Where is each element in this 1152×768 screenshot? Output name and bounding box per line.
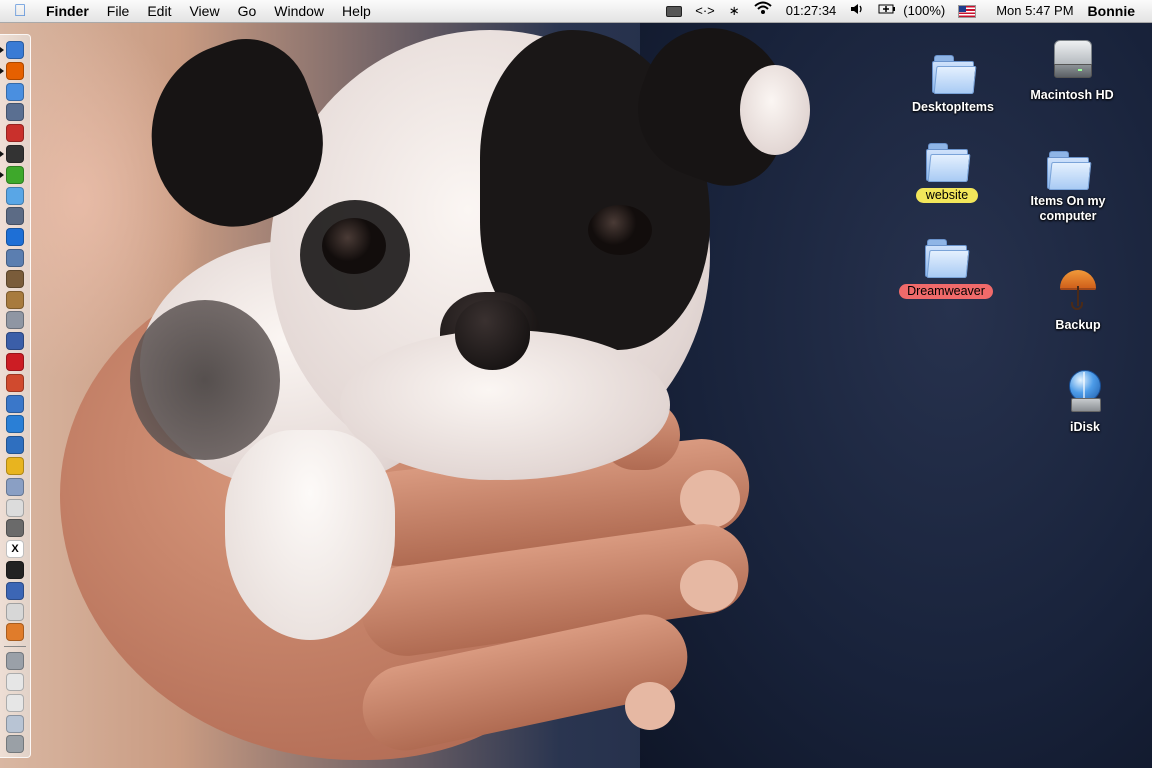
shield-icon[interactable]: [6, 332, 24, 351]
desktop-icon-label: website: [915, 188, 979, 203]
desktop-icon-label: Macintosh HD: [1030, 88, 1114, 102]
firefox-icon[interactable]: [6, 61, 24, 80]
running-indicator: [0, 171, 4, 178]
power-icon[interactable]: [871, 0, 903, 22]
apple-menu-icon[interactable]: : [0, 0, 40, 22]
desktop-icon-label: Backup: [1055, 318, 1101, 332]
battery-percent[interactable]: (100%): [903, 0, 952, 22]
internet-explorer-icon[interactable]: [6, 228, 24, 247]
folder-icon: [925, 238, 970, 278]
desktop-icon-label: Dreamweaver: [899, 284, 993, 299]
desktop-icon-website[interactable]: website: [892, 142, 1002, 204]
battery-icon[interactable]: [666, 5, 683, 17]
menu-window[interactable]: Window: [265, 0, 333, 22]
trash-icon[interactable]: [6, 735, 24, 754]
desktop-icon-label: DesktopItems: [912, 100, 994, 114]
safari-icon[interactable]: [6, 82, 24, 101]
book-icon[interactable]: [6, 290, 24, 309]
desktop-icon-desktopitems[interactable]: DesktopItems: [898, 54, 1008, 116]
itunes-icon[interactable]: [6, 165, 24, 184]
desktop-icon-idisk[interactable]: iDisk: [1030, 370, 1140, 436]
mail-icon[interactable]: [6, 207, 24, 226]
eye-icon[interactable]: [6, 394, 24, 413]
menu-file[interactable]: File: [98, 0, 139, 22]
iphoto-icon[interactable]: [6, 269, 24, 288]
hard-drive-icon: [1052, 40, 1092, 80]
menu-extras: <·> ∗ 01:27:34 (100%) Mon 5:47 PM Bonnie: [660, 0, 1152, 22]
folder-icon: [926, 142, 971, 182]
finder-icon[interactable]: [6, 41, 24, 59]
flag-icon[interactable]: [958, 4, 977, 18]
idisk-icon: [1065, 370, 1105, 414]
opera-icon[interactable]: [6, 353, 24, 371]
menu-view[interactable]: View: [180, 0, 228, 22]
menu-bar:  Finder File Edit View Go Window Help <…: [0, 0, 1152, 23]
dock: X: [0, 34, 31, 758]
people-icon[interactable]: [6, 581, 24, 600]
menu-go[interactable]: Go: [229, 0, 266, 22]
user-name[interactable]: Bonnie: [1081, 0, 1142, 22]
desktop-icon-label: iDisk: [1070, 420, 1100, 434]
clock-text[interactable]: 01:27:34: [779, 0, 844, 22]
desktop-icon-backup[interactable]: Backup: [1023, 268, 1133, 334]
desktop-icon-items-on-my-computer[interactable]: Items On my computer: [1013, 150, 1123, 225]
spray-icon[interactable]: [6, 477, 24, 496]
menu-app-finder[interactable]: Finder: [40, 0, 98, 22]
x11-icon[interactable]: X: [6, 540, 24, 559]
play-icon[interactable]: [6, 436, 24, 455]
umbrella-icon: [1058, 268, 1098, 312]
desktop-icon-label: Items On my computer: [1030, 194, 1106, 223]
folder-icon: [932, 54, 977, 94]
terminal-icon[interactable]: [6, 561, 24, 579]
address-book-icon[interactable]: [6, 249, 24, 267]
quicktime-icon[interactable]: [6, 415, 24, 434]
umbrella-icon[interactable]: [6, 623, 24, 642]
document-icon[interactable]: [6, 673, 24, 691]
notepad-icon[interactable]: [6, 498, 24, 517]
desktop-icon-dreamweaver[interactable]: Dreamweaver: [891, 238, 1001, 300]
code-icon[interactable]: <·>: [688, 0, 722, 22]
pen-icon[interactable]: [6, 373, 24, 392]
cards-icon[interactable]: [6, 602, 24, 621]
volume-icon[interactable]: [843, 0, 871, 22]
running-indicator: [0, 151, 4, 157]
datetime-text[interactable]: Mon 5:47 PM: [982, 0, 1080, 22]
wifi-icon[interactable]: [747, 0, 779, 22]
menu-edit[interactable]: Edit: [138, 0, 180, 22]
folder-icon: [1047, 150, 1092, 190]
wand-icon[interactable]: [6, 457, 24, 475]
running-indicator: [0, 47, 4, 53]
itunes-music-icon[interactable]: [6, 186, 24, 205]
ical-icon[interactable]: [6, 124, 24, 143]
apple-icon[interactable]: [6, 311, 24, 330]
system-preferences-icon[interactable]: [6, 103, 24, 122]
network-icon[interactable]: [6, 652, 24, 671]
camera-icon[interactable]: [6, 519, 24, 538]
menu-help[interactable]: Help: [333, 0, 380, 22]
keyboard-icon[interactable]: [6, 145, 24, 163]
bluetooth-icon[interactable]: ∗: [722, 0, 747, 22]
dock-separator: [4, 646, 26, 648]
document-icon[interactable]: [6, 693, 24, 712]
desktop-icon-macintosh-hd[interactable]: Macintosh HD: [1017, 40, 1127, 104]
window-icon[interactable]: [6, 714, 24, 733]
running-indicator: [0, 67, 4, 74]
